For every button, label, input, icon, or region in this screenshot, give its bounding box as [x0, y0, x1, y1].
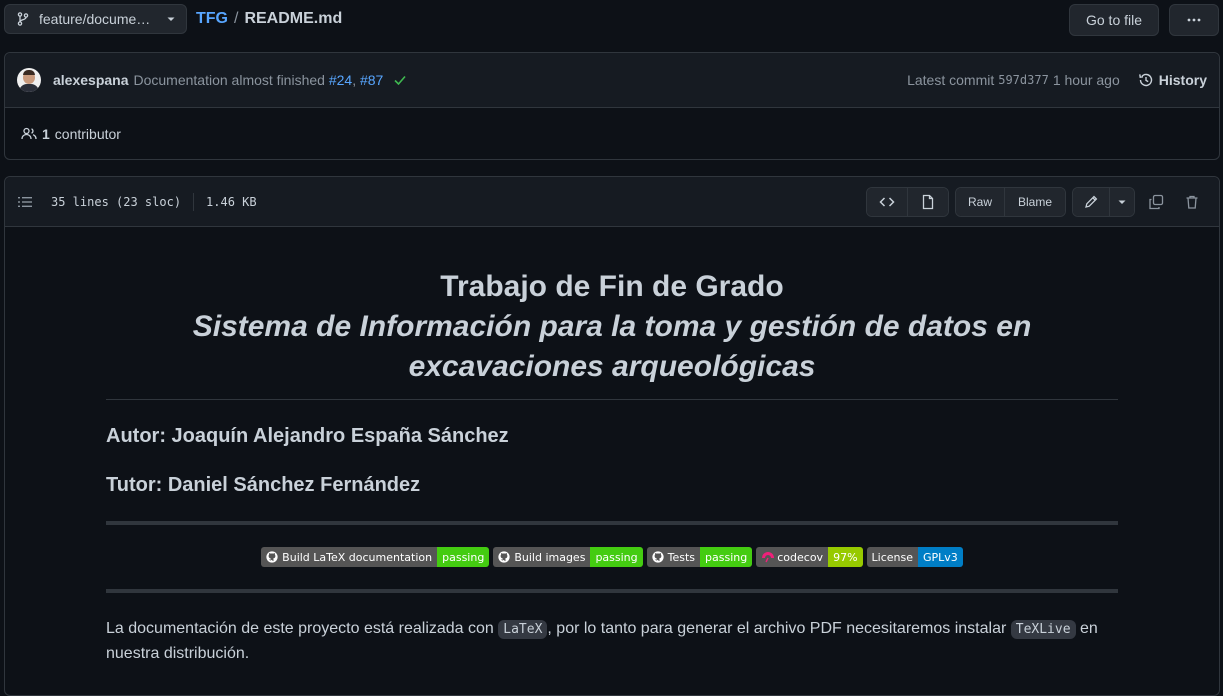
badge-label: License [871, 550, 914, 564]
horizontal-rule [106, 589, 1118, 593]
history-icon [1138, 72, 1154, 88]
go-to-file-button[interactable]: Go to file [1069, 4, 1159, 36]
breadcrumb-separator: / [234, 10, 239, 27]
divider [106, 399, 1118, 400]
badge-label: Build LaTeX documentation [282, 550, 433, 564]
readme-content: Trabajo de Fin de Grado Sistema de Infor… [106, 225, 1118, 666]
horizontal-rule [106, 521, 1118, 525]
inline-code-texlive: TeXLive [1010, 620, 1076, 639]
kebab-horizontal-icon [1186, 12, 1202, 28]
badge-tests[interactable]: Tests passing [646, 547, 753, 567]
readme-paragraph: La documentación de este proyecto está r… [106, 617, 1118, 666]
github-icon [266, 551, 278, 563]
pr-link-87[interactable]: #87 [360, 72, 383, 88]
badge-value: passing [590, 547, 643, 567]
trash-icon [1184, 194, 1200, 210]
badge-build-images[interactable]: Build images passing [493, 547, 643, 567]
file-size: 1.46 KB [206, 194, 257, 209]
history-button[interactable]: History [1138, 72, 1207, 88]
inline-code-latex: LaTeX [498, 620, 548, 639]
top-bar: feature/docume… TFG / README.md Go to fi… [4, 4, 1219, 36]
commit-message[interactable]: Documentation almost finished #24, #87 [134, 72, 384, 88]
codecov-icon [761, 551, 775, 563]
pr-link-24[interactable]: #24 [329, 72, 352, 88]
copy-icon [1148, 194, 1164, 210]
breadcrumb-repo-link[interactable]: TFG [196, 10, 228, 28]
blame-button[interactable]: Blame [1004, 187, 1065, 216]
readme-title: Trabajo de Fin de Grado [440, 270, 784, 303]
branch-icon [15, 11, 31, 27]
edit-group [1072, 186, 1135, 217]
view-toggle [866, 186, 949, 217]
paragraph-text: La documentación de este proyecto está r… [106, 620, 494, 637]
readme-subtitle: Sistema de Información para la toma y ge… [192, 310, 1032, 383]
github-icon [498, 551, 510, 563]
pr-separator: , [352, 72, 357, 88]
badge-codecov[interactable]: codecov 97% [756, 547, 863, 567]
edit-button[interactable] [1073, 187, 1109, 216]
commit-time: 1 hour ago [1052, 72, 1120, 88]
badges-row: Build LaTeX documentation passing Build … [106, 547, 1118, 567]
delete-button[interactable] [1177, 188, 1207, 216]
commit-hash-link[interactable]: 597d377 [998, 73, 1049, 87]
file-icon [920, 194, 936, 210]
list-unordered-icon[interactable] [17, 194, 33, 210]
commit-meta: Latest commit 597d377 1 hour ago History [907, 72, 1207, 88]
badge-value: 97% [828, 547, 863, 567]
pencil-icon [1083, 194, 1099, 210]
commit-row: alexespana Documentation almost finished… [5, 53, 1219, 108]
branch-selector[interactable]: feature/docume… [4, 4, 187, 34]
readme-title-block: Trabajo de Fin de Grado Sistema de Infor… [106, 267, 1118, 387]
branch-name: feature/docume… [39, 11, 151, 27]
badge-label: Build images [514, 550, 586, 564]
file-actions: Raw Blame [866, 186, 1207, 217]
commit-message-text[interactable]: Documentation almost finished [134, 72, 325, 88]
code-view-button[interactable] [867, 187, 907, 216]
file-info: 35 lines (23 sloc) 1.46 KB [51, 192, 257, 211]
raw-button[interactable]: Raw [956, 187, 1004, 216]
file-lines: 35 lines (23 sloc) [51, 194, 182, 209]
chevron-down-icon [166, 14, 176, 24]
raw-blame-group: Raw Blame [955, 186, 1066, 217]
contributor-count: 1 [42, 126, 50, 142]
people-icon [21, 126, 37, 142]
code-icon [879, 194, 895, 210]
badge-label: codecov [777, 550, 824, 564]
contributors-row[interactable]: 1 contributor [5, 108, 1219, 160]
edit-dropdown-button[interactable] [1109, 187, 1134, 216]
badge-value: passing [437, 547, 490, 567]
contributor-label: contributor [54, 126, 121, 142]
file-header: 35 lines (23 sloc) 1.46 KB Raw Blame [5, 177, 1219, 227]
commit-author-link[interactable]: alexespana [53, 72, 129, 88]
badge-value: passing [700, 547, 753, 567]
copy-button[interactable] [1141, 188, 1171, 216]
preview-view-button[interactable] [907, 187, 948, 216]
readme-author: Autor: Joaquín Alejandro España Sánchez [106, 425, 509, 447]
badge-build-latex[interactable]: Build LaTeX documentation passing [261, 547, 490, 567]
badge-value: GPLv3 [918, 547, 963, 567]
divider [193, 192, 195, 211]
github-icon [652, 551, 664, 563]
latest-commit-box: alexespana Documentation almost finished… [4, 52, 1220, 160]
breadcrumb: TFG / README.md [196, 10, 342, 28]
badge-label: Tests [667, 550, 696, 564]
avatar[interactable] [17, 68, 41, 92]
check-icon[interactable] [393, 73, 407, 87]
breadcrumb-file: README.md [244, 10, 343, 27]
chevron-down-icon [1117, 197, 1127, 207]
more-options-button[interactable] [1169, 4, 1219, 36]
latest-commit-label: Latest commit [907, 72, 995, 88]
readme-tutor: Tutor: Daniel Sánchez Fernández [106, 474, 421, 496]
paragraph-text: , por lo tanto para generar el archivo P… [547, 620, 1007, 637]
badge-license[interactable]: License GPLv3 [866, 547, 963, 567]
file-view: 35 lines (23 sloc) 1.46 KB Raw Blame Tra… [4, 176, 1220, 696]
history-label: History [1158, 72, 1207, 88]
